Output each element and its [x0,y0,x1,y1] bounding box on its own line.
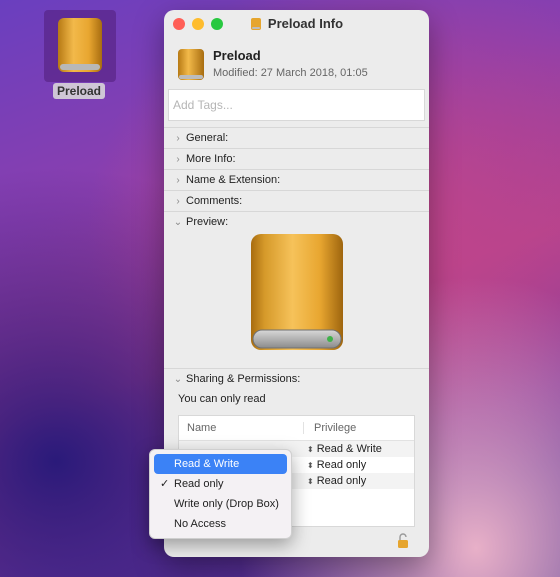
updown-arrow-icon[interactable]: ⬍ [307,477,314,486]
chevron-right-icon: › [176,174,180,186]
checkmark-icon: ✓ [160,478,170,490]
chevron-right-icon: › [176,153,180,165]
menu-item-no-access[interactable]: No Access [154,514,287,534]
menu-item-write-only[interactable]: Write only (Drop Box) [154,494,287,514]
permissions-header: Name Privilege [179,416,414,441]
chevron-right-icon: › [176,195,180,207]
menu-item-read-only[interactable]: ✓ Read only [154,474,287,494]
privilege-value[interactable]: Read & Write [317,443,382,455]
menu-item-read-write[interactable]: Read & Write [154,454,287,474]
tags-field-wrap [168,89,425,121]
privilege-menu: Read & Write ✓ Read only Write only (Dro… [149,449,292,539]
chevron-right-icon: › [176,132,180,144]
chevron-down-icon: ⌄ [173,373,183,385]
lock-icon[interactable] [397,533,409,549]
chevron-down-icon: ⌄ [173,216,183,228]
privilege-value[interactable]: Read only [317,459,367,471]
column-privilege[interactable]: Privilege [304,422,356,434]
section-more-info[interactable]: › More Info: [164,148,429,169]
column-name[interactable]: Name [179,422,304,434]
drive-icon [178,49,204,80]
updown-arrow-icon[interactable]: ⬍ [307,461,314,470]
section-preview[interactable]: ⌄ Preview: [164,211,429,232]
desktop-drive-label[interactable]: Preload [53,83,106,99]
title-bar[interactable]: Preload Info [164,10,429,38]
section-comments[interactable]: › Comments: [164,190,429,211]
section-name-extension[interactable]: › Name & Extension: [164,169,429,190]
desktop-drive-icon[interactable] [44,10,116,82]
preview-image [164,230,429,368]
section-sharing[interactable]: ⌄ Sharing & Permissions: [164,368,429,389]
info-header: Preload Modified: 27 March 2018, 01:05 [164,38,429,90]
info-sections: › General: › More Info: › Name & Extensi… [164,127,429,232]
window-title: Preload Info [267,16,344,31]
drive-small-icon [250,17,261,30]
drive-preview-icon [250,234,343,350]
external-drive-icon [58,18,102,72]
permission-note: You can only read [178,393,266,405]
updown-arrow-icon[interactable]: ⬍ [307,445,314,454]
file-name: Preload [213,48,261,63]
section-general[interactable]: › General: [164,127,429,148]
privilege-value[interactable]: Read only [317,475,367,487]
modified-date: Modified: 27 March 2018, 01:05 [213,67,368,79]
tags-input[interactable] [169,90,424,120]
